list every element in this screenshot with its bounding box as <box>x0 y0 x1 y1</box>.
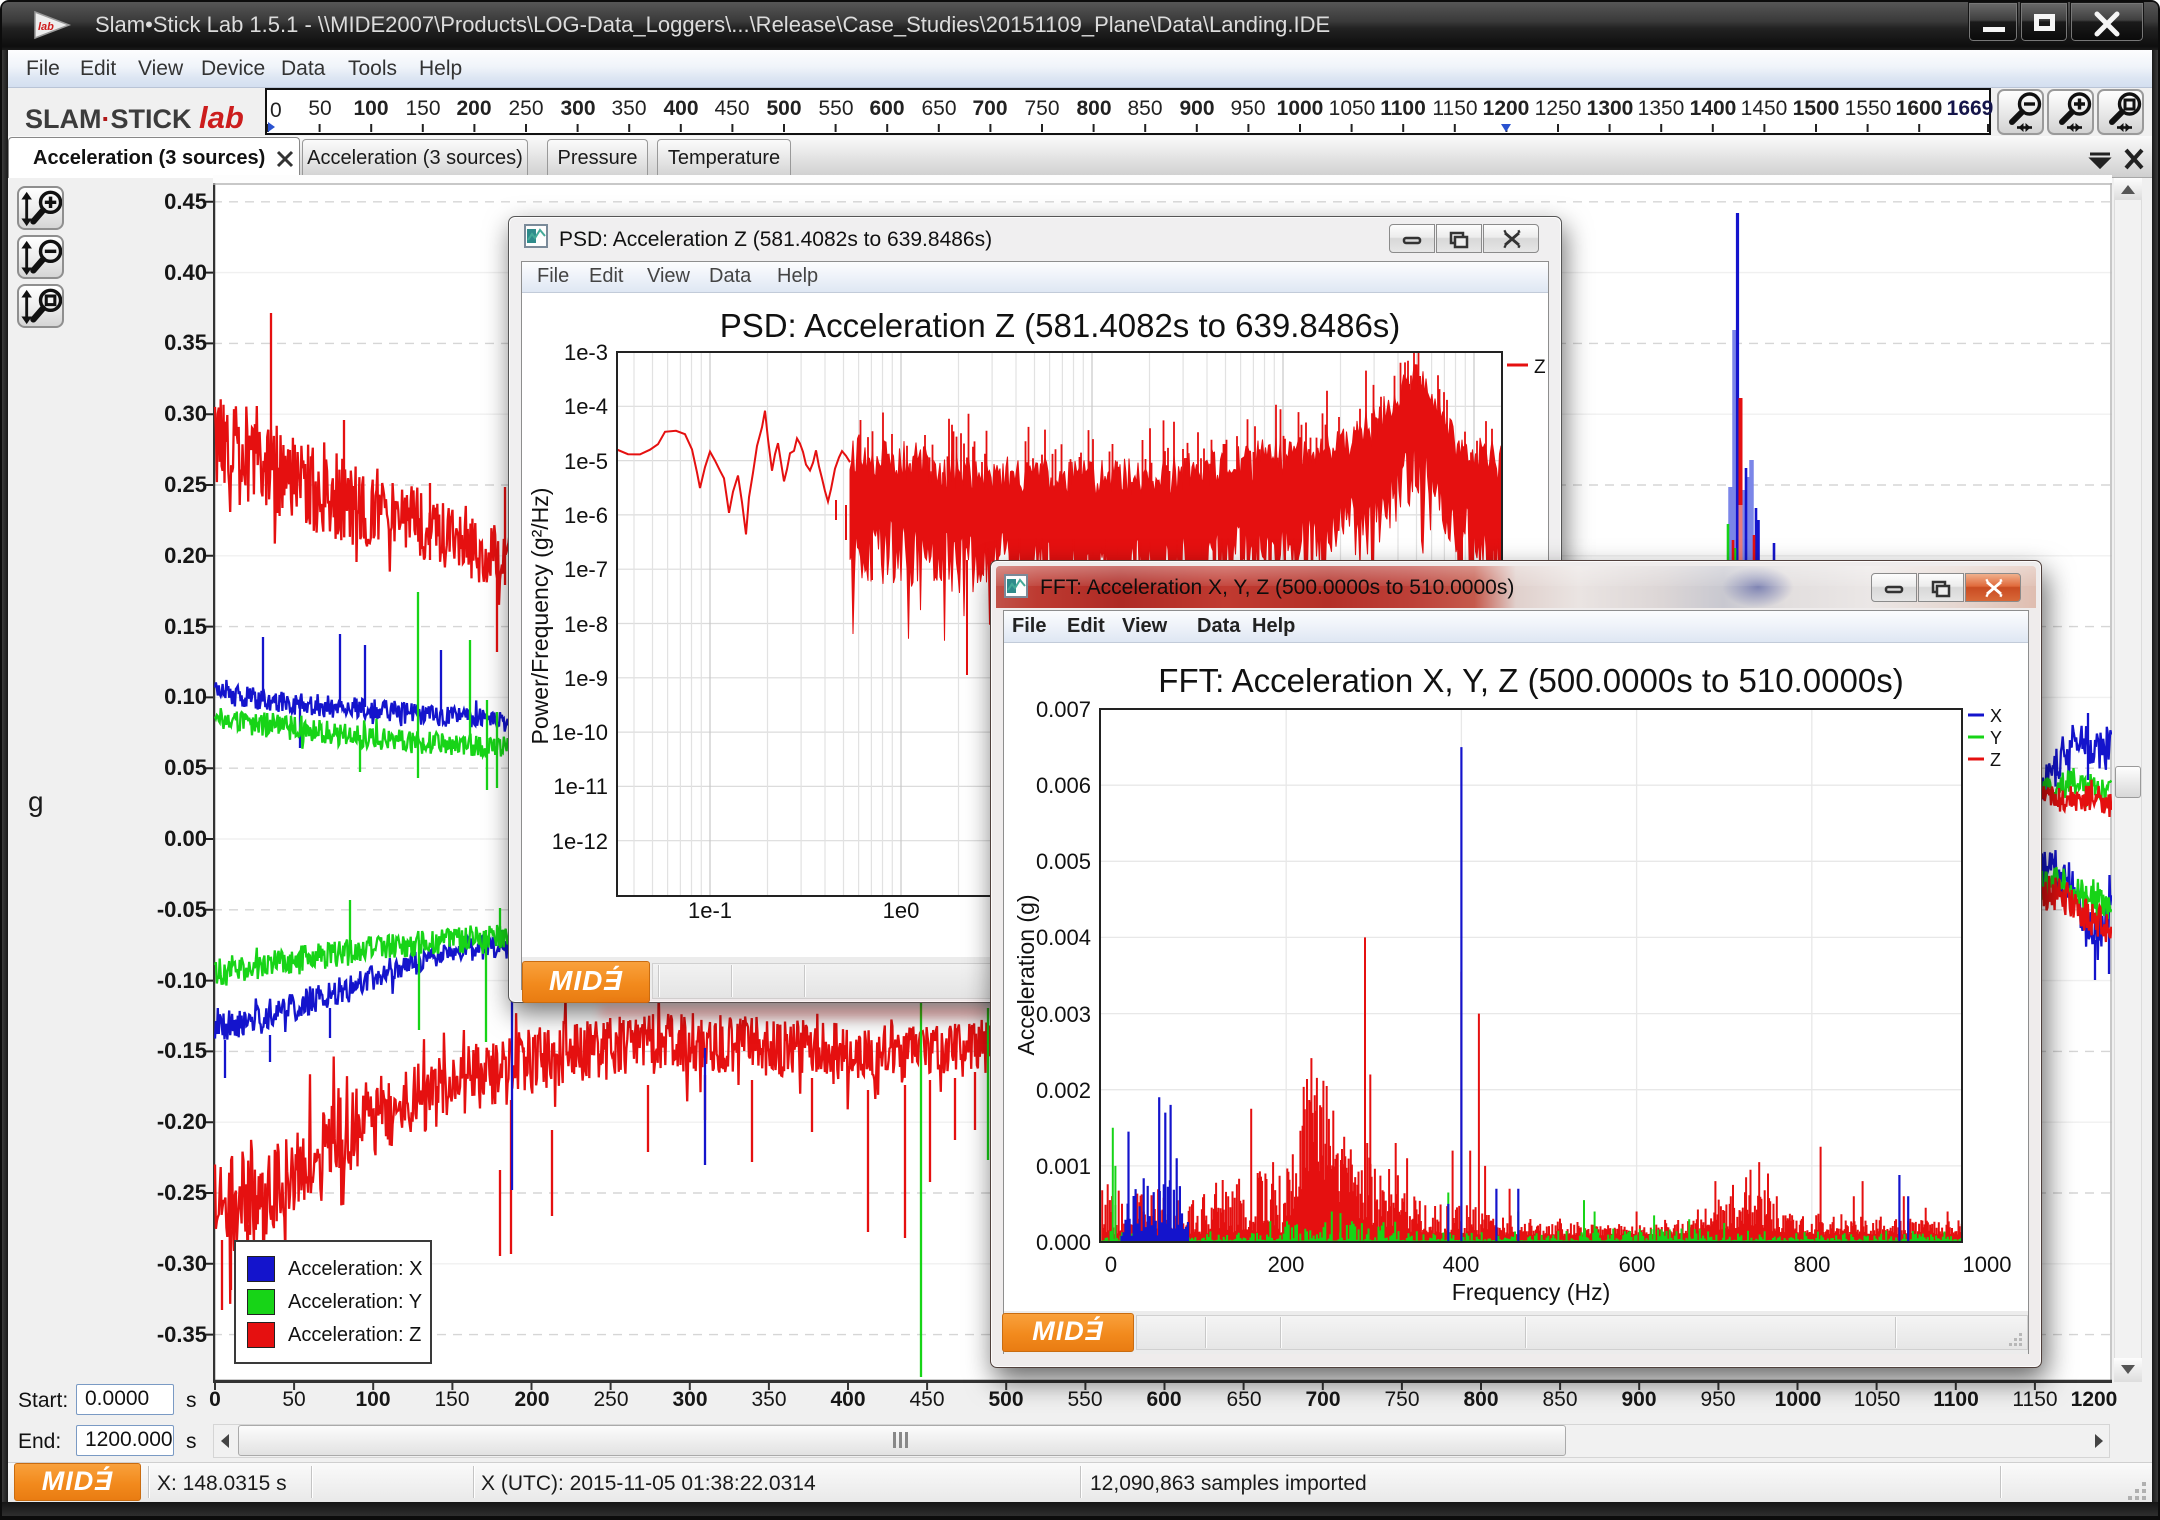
svg-text:1e-5: 1e-5 <box>564 449 608 474</box>
svg-text:400: 400 <box>1443 1252 1480 1277</box>
svg-text:1e-10: 1e-10 <box>552 720 608 745</box>
svg-text:Z: Z <box>1990 750 2001 770</box>
svg-text:FFT: Acceleration X, Y, Z (500: FFT: Acceleration X, Y, Z (500.0000s to … <box>1158 662 1903 699</box>
svg-text:600: 600 <box>1619 1252 1656 1277</box>
svg-text:Frequency (Hz): Frequency (Hz) <box>1452 1279 1610 1305</box>
svg-text:0.001: 0.001 <box>1036 1154 1091 1179</box>
svg-text:1e-8: 1e-8 <box>564 612 608 637</box>
svg-text:PSD: Acceleration Z (581.4082s: PSD: Acceleration Z (581.4082s to 639.84… <box>720 307 1401 344</box>
svg-text:1e-7: 1e-7 <box>564 557 608 582</box>
svg-text:0: 0 <box>270 99 282 122</box>
svg-text:0.007: 0.007 <box>1036 697 1091 722</box>
svg-text:800: 800 <box>1794 1252 1831 1277</box>
svg-text:1e-9: 1e-9 <box>564 666 608 691</box>
svg-text:0.003: 0.003 <box>1036 1002 1091 1027</box>
svg-text:1e-1: 1e-1 <box>688 898 732 923</box>
svg-text:0: 0 <box>1105 1252 1117 1277</box>
svg-text:1e0: 1e0 <box>883 898 920 923</box>
svg-text:lab: lab <box>38 21 54 33</box>
svg-text:0.004: 0.004 <box>1036 925 1091 950</box>
svg-text:1e-11: 1e-11 <box>553 774 608 799</box>
svg-text:200: 200 <box>1268 1252 1305 1277</box>
svg-text:1000: 1000 <box>1963 1252 2012 1277</box>
svg-text:0.002: 0.002 <box>1036 1078 1091 1103</box>
svg-text:1e-3: 1e-3 <box>564 340 608 365</box>
svg-text:1e-6: 1e-6 <box>564 503 608 528</box>
svg-text:X: X <box>1990 706 2002 726</box>
svg-text:0.006: 0.006 <box>1036 773 1091 798</box>
svg-text:0.005: 0.005 <box>1036 849 1091 874</box>
svg-text:Y: Y <box>1990 728 2002 748</box>
svg-text:Z: Z <box>1534 357 1546 378</box>
svg-text:Acceleration (g): Acceleration (g) <box>1013 894 1039 1055</box>
svg-text:1e-4: 1e-4 <box>564 394 608 419</box>
svg-text:1e-12: 1e-12 <box>552 829 608 854</box>
svg-text:Power/Frequency (g²/Hz): Power/Frequency (g²/Hz) <box>527 488 553 745</box>
svg-text:0.000: 0.000 <box>1036 1230 1091 1255</box>
